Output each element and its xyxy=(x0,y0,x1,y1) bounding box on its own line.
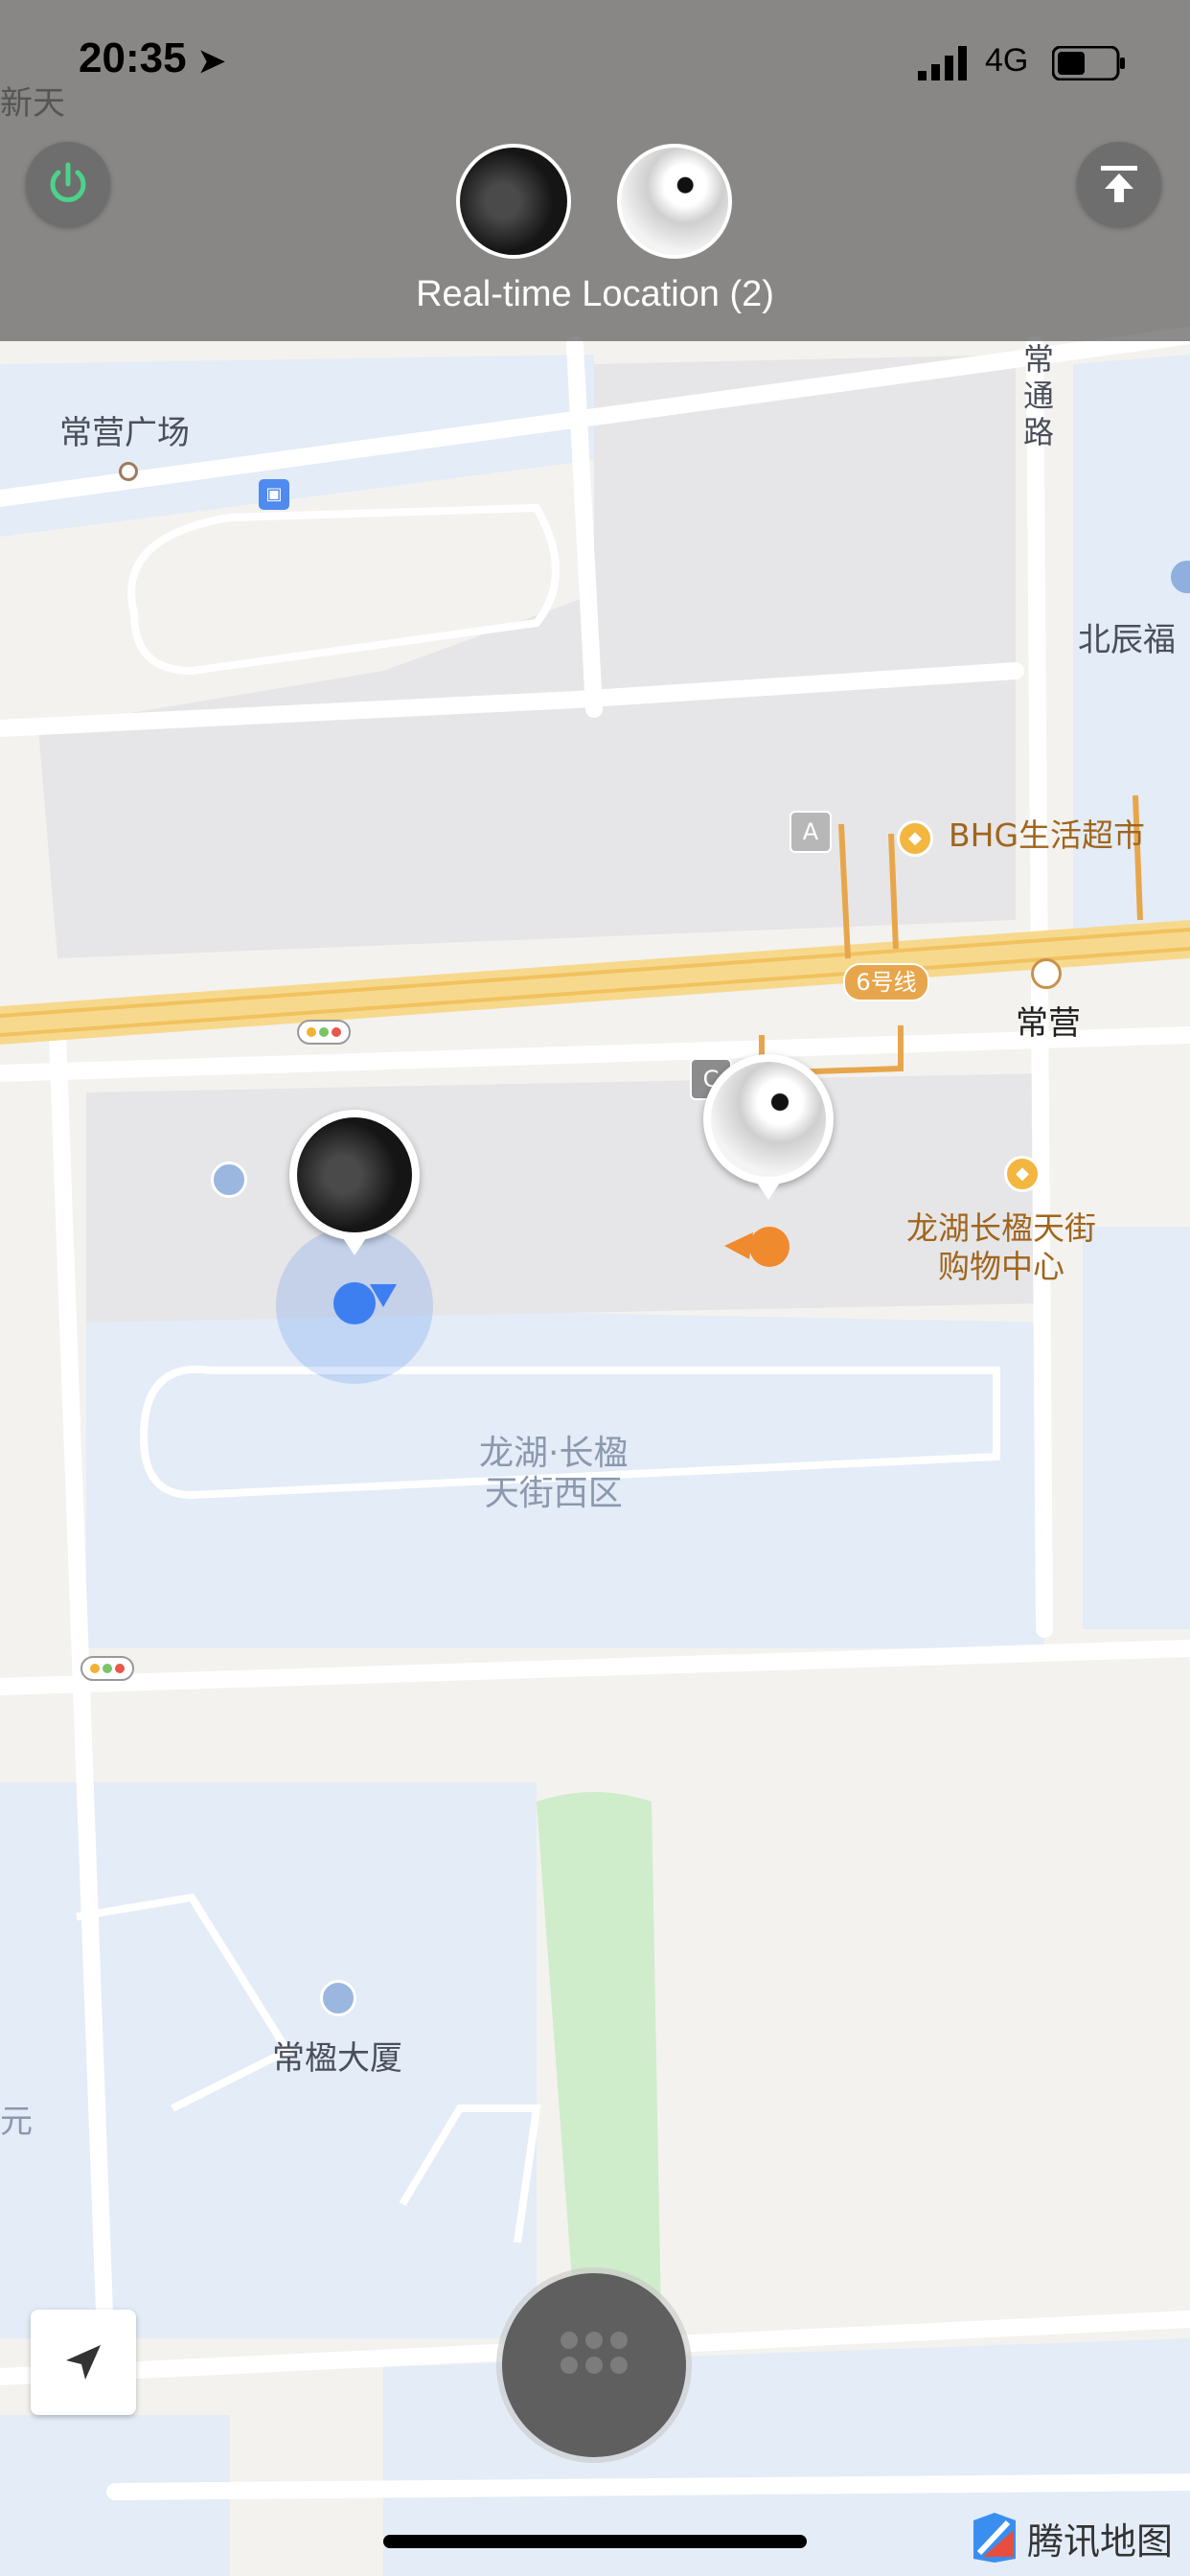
map-brand-logo: 腾讯地图 xyxy=(970,2511,1173,2564)
header-overlay: 20:35 ➤ 4G Real-time Location (2) 新天 xyxy=(0,0,1190,341)
collapse-button[interactable] xyxy=(1077,142,1161,226)
supermarket-icon[interactable]: ◆ xyxy=(897,820,933,857)
metro-line-badge: 6号线 xyxy=(843,963,929,1001)
navigation-arrow-icon xyxy=(66,2345,101,2380)
map-label-changtong-road: 常通路 xyxy=(1023,341,1055,450)
map-label-partial: 新天 xyxy=(0,84,65,123)
locate-me-button[interactable] xyxy=(31,2310,136,2415)
district-label-longhu-west: 龙湖·长楹 天街西区 xyxy=(479,1434,629,1513)
map-label-changying-building: 常楹大厦 xyxy=(272,2039,402,2078)
map-label-changying-station[interactable]: 常营 xyxy=(1016,997,1081,1044)
user-marker-other[interactable] xyxy=(703,1054,834,1200)
participant-avatar-1[interactable] xyxy=(456,144,571,259)
network-type: 4G xyxy=(985,42,1029,79)
map-canvas[interactable] xyxy=(0,0,1190,2576)
power-button[interactable] xyxy=(26,142,110,226)
page-title: Real-time Location (2) xyxy=(416,274,774,314)
tencent-map-icon xyxy=(973,2513,1016,2563)
home-indicator[interactable] xyxy=(383,2535,807,2548)
avatar-image xyxy=(711,1062,826,1177)
poi-label-longhu-mall[interactable]: 龙湖长楹天街 购物中心 xyxy=(906,1209,1096,1286)
building-icon xyxy=(320,1980,356,2016)
traffic-light-icon xyxy=(297,1020,351,1045)
map-label-changying-square: 常营广场 xyxy=(59,414,190,452)
grid-dots-icon xyxy=(561,2332,628,2374)
building-icon xyxy=(211,1162,247,1198)
map-label-beichen: 北辰福 xyxy=(1078,621,1176,659)
status-time: 20:35 ➤ xyxy=(79,34,226,81)
bus-stop-icon[interactable]: ▣ xyxy=(259,479,289,510)
metro-station-icon[interactable] xyxy=(1031,958,1062,989)
signal-icon xyxy=(918,46,967,80)
brand-name: 腾讯地图 xyxy=(1027,2519,1174,2563)
participant-avatar-2[interactable] xyxy=(617,144,732,259)
menu-button[interactable] xyxy=(502,2273,686,2457)
avatar-image xyxy=(297,1117,412,1232)
user-marker-self[interactable] xyxy=(289,1110,420,1255)
poi-marker-dot xyxy=(119,462,138,481)
battery-icon xyxy=(1052,46,1125,80)
traffic-light-icon xyxy=(80,1656,134,1681)
upload-top-icon xyxy=(1101,166,1137,202)
heading-arrow-icon xyxy=(370,1284,397,1307)
location-arrow-icon: ➤ xyxy=(197,43,226,80)
poi-label-bhg[interactable]: BHG生活超市 xyxy=(949,816,1145,855)
other-location-dot xyxy=(749,1227,790,1267)
gate-a-badge[interactable]: A xyxy=(790,811,832,853)
mall-icon[interactable]: ◆ xyxy=(1004,1156,1041,1192)
power-icon xyxy=(50,162,86,202)
map-label-partial: 元 xyxy=(0,2103,33,2141)
heading-arrow-icon xyxy=(724,1232,753,1259)
